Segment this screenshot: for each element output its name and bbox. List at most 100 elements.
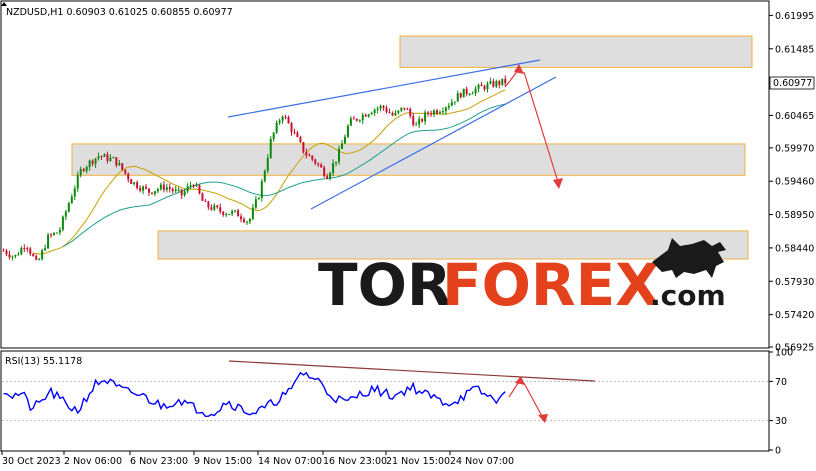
- candle-body: [492, 81, 495, 87]
- candle-body: [248, 218, 251, 222]
- candle-body: [2, 250, 5, 252]
- candle-body: [266, 157, 269, 171]
- rsi-tick-label: 30: [775, 416, 787, 427]
- candle-body: [153, 191, 156, 194]
- candle-body: [240, 216, 243, 220]
- candle-body: [85, 167, 88, 171]
- candle-body: [118, 163, 121, 166]
- candle-body: [290, 123, 293, 133]
- price-tick-label: 0.61995: [775, 11, 814, 22]
- candle-body: [275, 122, 278, 133]
- candle-body: [483, 86, 486, 90]
- candle-body: [326, 176, 329, 179]
- symbol-header: NZDUSD,H1 0.60903 0.61025 0.60855 0.6097…: [6, 7, 233, 18]
- candle-body: [480, 84, 483, 87]
- candle-body: [142, 186, 145, 191]
- candle-body: [471, 93, 474, 95]
- candle-body: [358, 120, 361, 122]
- candle-body: [409, 109, 412, 117]
- candle-body: [94, 158, 97, 165]
- candle-body: [272, 132, 275, 139]
- candle-body: [82, 169, 85, 171]
- candle-body: [171, 189, 174, 191]
- candle-body: [340, 143, 343, 149]
- candle-body: [406, 108, 409, 110]
- candle-body: [489, 81, 492, 84]
- candle-body: [216, 205, 219, 208]
- candle-body: [73, 188, 76, 197]
- candle-body: [355, 118, 358, 121]
- candle-body: [76, 175, 79, 189]
- candle-body: [504, 78, 507, 84]
- candle-body: [385, 107, 388, 112]
- candle-body: [148, 188, 151, 193]
- candle-body: [281, 116, 284, 121]
- candle-body: [139, 188, 142, 191]
- candle-body: [433, 110, 436, 115]
- candle-body: [477, 84, 480, 89]
- candle-body: [257, 197, 260, 200]
- candle-body: [323, 167, 326, 177]
- candle-body: [165, 187, 168, 190]
- candle-body: [459, 93, 462, 98]
- candle-body: [5, 250, 8, 255]
- candle-body: [70, 196, 73, 204]
- chart-window: TOR FOREX .com NZDUSD,H1 0.60903 0.61025…: [0, 0, 816, 471]
- candle-body: [174, 189, 177, 191]
- candle-body: [373, 109, 376, 113]
- candle-body: [204, 200, 207, 202]
- candle-body: [486, 83, 489, 90]
- candle-body: [124, 169, 127, 174]
- candle-body: [67, 203, 70, 212]
- candle-body: [415, 124, 418, 126]
- price-tick-label: 0.57420: [775, 310, 814, 321]
- candle-body: [38, 259, 41, 261]
- candle-body: [388, 111, 391, 113]
- candle-body: [501, 78, 504, 85]
- candle-body: [391, 112, 394, 116]
- candle-body: [79, 169, 82, 176]
- logo-part-tor: TOR: [318, 251, 452, 319]
- candle-body: [329, 172, 332, 179]
- current-price-label: 0.60977: [773, 78, 812, 89]
- candle-body: [456, 93, 459, 102]
- candle-body: [180, 189, 183, 196]
- candle-body: [47, 234, 50, 249]
- candle-body: [136, 182, 139, 189]
- candle-body: [343, 136, 346, 144]
- candle-body: [335, 161, 338, 164]
- candle-body: [14, 254, 17, 257]
- candle-body: [8, 254, 11, 258]
- rsi-tick-label: 0: [775, 446, 781, 457]
- candle-body: [121, 163, 124, 170]
- time-tick-label: 14 Nov 07:00: [258, 456, 322, 467]
- candle-body: [260, 181, 263, 198]
- candle-body: [201, 193, 204, 201]
- candle-body: [421, 118, 424, 122]
- price-tick-label: 0.60465: [775, 111, 814, 122]
- candle-body: [177, 189, 180, 191]
- candle-body: [159, 184, 162, 190]
- current-price-tag: 0.60977: [769, 76, 815, 90]
- candle-body: [394, 112, 397, 116]
- candle-body: [370, 112, 373, 115]
- candle-body: [44, 248, 47, 251]
- candle-body: [26, 248, 29, 250]
- candle-body: [222, 211, 225, 215]
- candle-body: [195, 185, 198, 187]
- candle-body: [444, 107, 447, 112]
- candle-body: [162, 184, 165, 190]
- candle-body: [332, 163, 335, 173]
- candle-body: [61, 216, 64, 230]
- candle-body: [305, 152, 308, 156]
- candle-body: [424, 112, 427, 122]
- candle-body: [150, 192, 153, 194]
- candle-body: [41, 250, 44, 260]
- candle-body: [245, 221, 248, 223]
- logo-part-forex: FOREX: [442, 251, 660, 319]
- candle-body: [145, 186, 148, 189]
- candle-body: [100, 156, 103, 158]
- candle-body: [243, 219, 246, 223]
- time-tick-label: 30 Oct 2023: [2, 456, 61, 467]
- candle-body: [20, 247, 23, 255]
